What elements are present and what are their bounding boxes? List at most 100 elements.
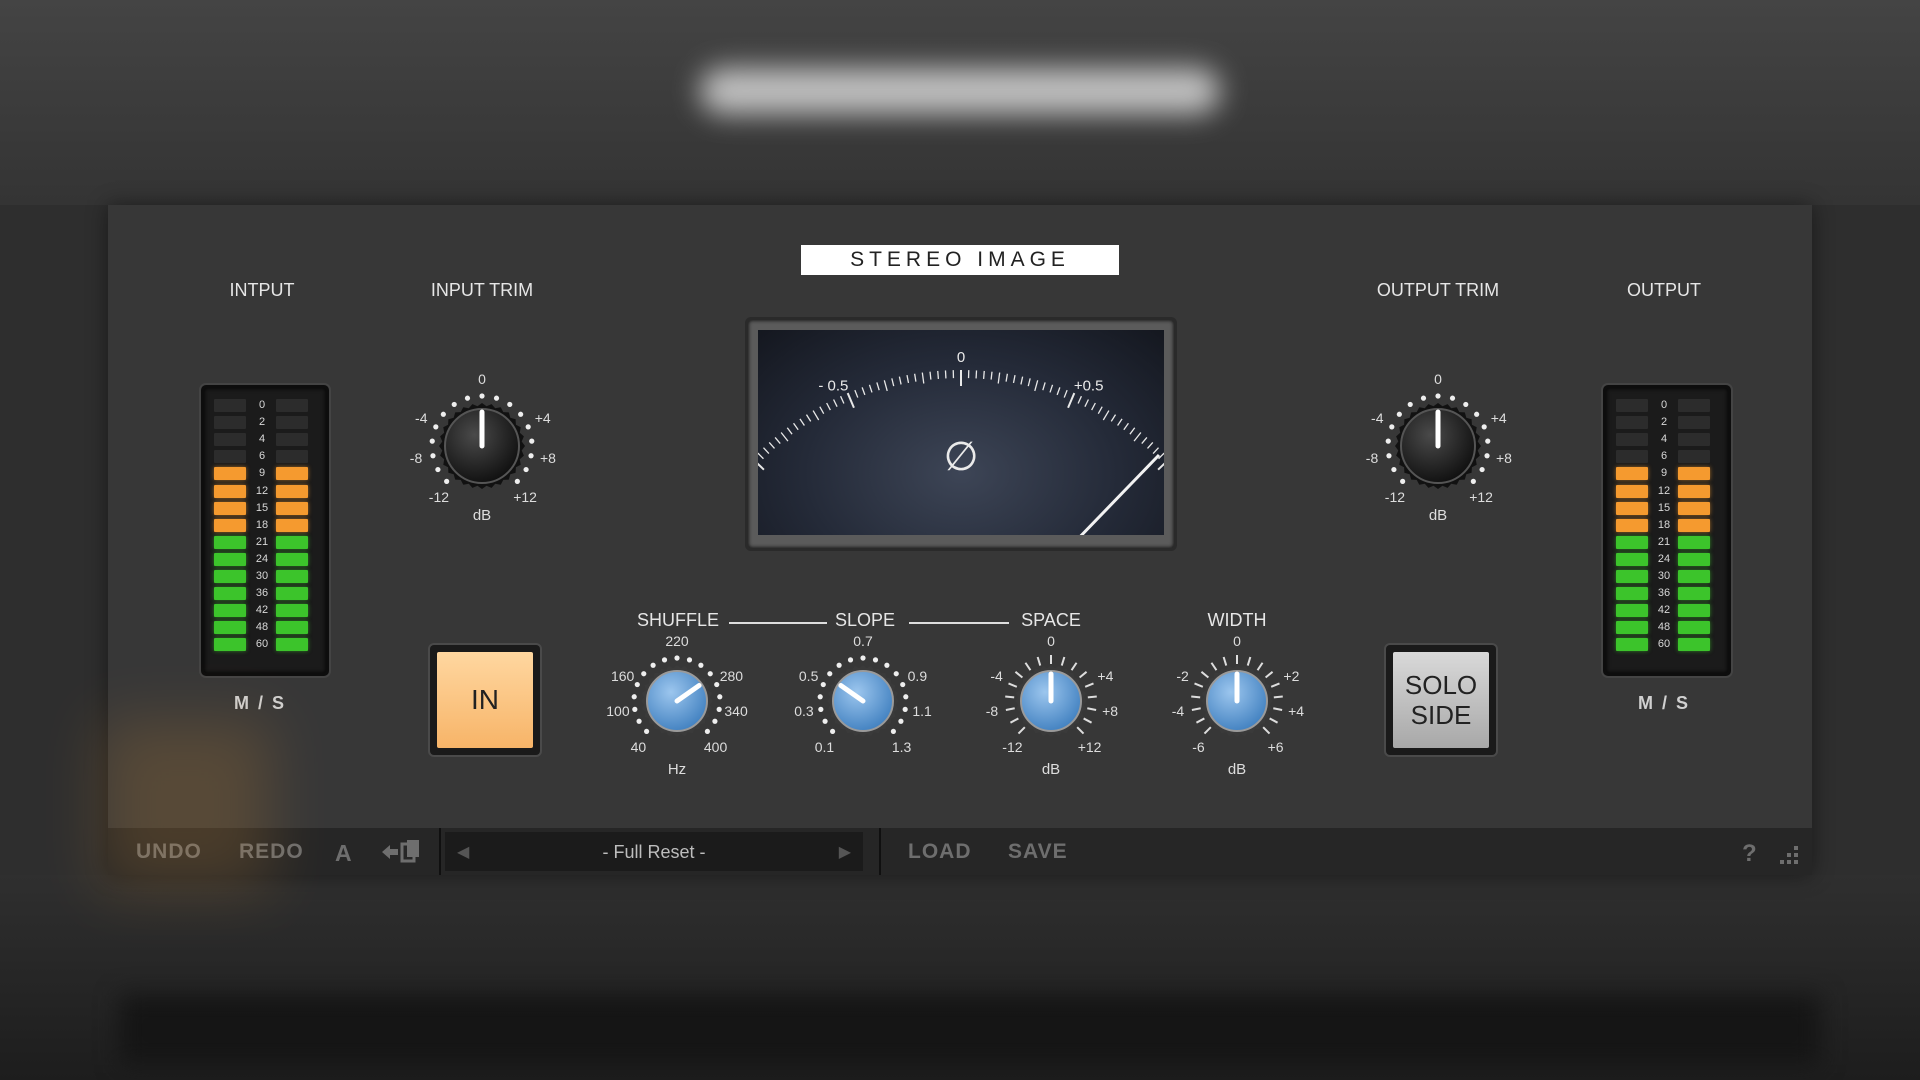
vu-tick bbox=[937, 370, 940, 379]
vu-tick bbox=[774, 436, 781, 444]
vu-tick bbox=[812, 410, 820, 421]
in-button[interactable]: IN bbox=[437, 652, 533, 748]
vu-tick bbox=[990, 371, 993, 380]
knob-tick-label: 1.1 bbox=[912, 703, 932, 720]
slope-label: SLOPE bbox=[834, 610, 896, 630]
meter-scale-label: 24 bbox=[1657, 552, 1671, 565]
width-unit: dB bbox=[1227, 761, 1247, 778]
knob-tick-label: 280 bbox=[719, 667, 744, 684]
in-button-frame: IN bbox=[430, 645, 540, 755]
bottom-toolbar: UNDO REDO A ◀ - Full Reset - ▶ LOAD SAVE… bbox=[108, 828, 1812, 875]
ab-compare-button[interactable]: A bbox=[335, 840, 353, 867]
slope-knob[interactable]: 0.5 0.7 0.9 0.3 1.1 0.1 1.3 bbox=[794, 633, 932, 755]
meter-segment bbox=[214, 484, 246, 498]
output-label: OUTPUT bbox=[1627, 280, 1701, 300]
width-knob[interactable]: -2 0 +2 -4 +4 -6 +6 bbox=[1172, 633, 1304, 755]
vu-scale-label: 0 bbox=[957, 349, 965, 366]
input-trim-knob[interactable]: -4 0 +4 -8 +8 -12 +12 bbox=[410, 371, 556, 506]
vu-tick bbox=[854, 389, 859, 398]
meter-segment bbox=[1678, 399, 1710, 412]
knob-tick-label: +6 bbox=[1267, 738, 1284, 755]
save-button[interactable]: SAVE bbox=[1008, 840, 1068, 864]
knob-tick-label: 40 bbox=[630, 738, 647, 755]
preset-selector[interactable]: ◀ - Full Reset - ▶ bbox=[445, 832, 863, 871]
knob-graphic bbox=[429, 393, 535, 489]
meter-segment bbox=[276, 484, 308, 498]
vu-tick bbox=[1147, 442, 1154, 449]
slope-space-connector bbox=[909, 622, 1009, 624]
vu-tick bbox=[1005, 373, 1009, 382]
meter-segment bbox=[214, 433, 246, 447]
knob-tick-label: -6 bbox=[1192, 738, 1205, 755]
meter-segment bbox=[214, 570, 246, 583]
solo-side-line2: SIDE bbox=[1410, 700, 1472, 730]
meter-segment bbox=[1678, 552, 1710, 566]
vu-tick bbox=[768, 442, 775, 449]
meter-segment bbox=[276, 552, 308, 566]
meter-segment bbox=[1616, 467, 1648, 481]
solo-side-line1: SOLO bbox=[1404, 670, 1478, 700]
knob-tick-label: +12 bbox=[513, 489, 537, 506]
vu-tick bbox=[1063, 389, 1068, 398]
meter-scale-label: 42 bbox=[1657, 604, 1671, 617]
vu-tick bbox=[832, 399, 838, 407]
meter-segment bbox=[1616, 450, 1648, 464]
meter-scale-label: 42 bbox=[255, 604, 269, 617]
knob-tick-label: +8 bbox=[539, 449, 556, 466]
shuffle-knob[interactable]: 160 220 280 100 340 40 400 bbox=[606, 633, 748, 755]
output-trim-knob[interactable]: -4 0 +4 -8 +8 -12 +12 bbox=[1366, 371, 1512, 506]
knob-tick-label: -4 bbox=[415, 409, 428, 426]
shuffle-slope-connector bbox=[729, 622, 827, 624]
knob-tick-label: +4 bbox=[534, 409, 551, 426]
copy-settings-icon[interactable] bbox=[378, 837, 420, 873]
knob-tick-label: -12 bbox=[1002, 738, 1023, 755]
vu-scale-label: +0.5 bbox=[1074, 377, 1104, 394]
meter-scale-label: 60 bbox=[1657, 638, 1671, 651]
blurred-window-title bbox=[700, 68, 1220, 114]
vu-tick bbox=[1012, 374, 1016, 384]
meter-segment bbox=[1678, 570, 1710, 583]
vu-tick bbox=[1110, 414, 1117, 422]
load-button[interactable]: LOAD bbox=[908, 840, 972, 864]
preset-next-icon[interactable]: ▶ bbox=[839, 842, 851, 862]
vu-tick bbox=[758, 452, 764, 460]
vu-tick bbox=[1034, 380, 1039, 392]
vu-tick bbox=[1129, 427, 1136, 435]
background-bottom bbox=[0, 875, 1920, 1080]
meter-scale-label: 2 bbox=[1660, 416, 1668, 429]
meter-segment bbox=[1678, 416, 1710, 430]
vu-tick bbox=[997, 372, 1001, 384]
space-label: SPACE bbox=[1021, 610, 1081, 630]
vu-tick bbox=[826, 402, 831, 411]
meter-segment bbox=[276, 604, 308, 618]
shuffle-label: SHUFFLE bbox=[636, 610, 720, 630]
meter-scale-label: 9 bbox=[1660, 467, 1668, 480]
meter-segment bbox=[276, 433, 308, 447]
knob-tick-label: -12 bbox=[1384, 489, 1406, 506]
vu-tick bbox=[982, 370, 985, 379]
space-unit: dB bbox=[1041, 761, 1061, 778]
meter-scale-label: 6 bbox=[1660, 450, 1668, 463]
knob-tick-label: 0.1 bbox=[814, 738, 835, 755]
meter-segment bbox=[1616, 535, 1648, 549]
solo-side-button[interactable]: SOLO SIDE bbox=[1393, 652, 1489, 748]
meter-segment bbox=[1678, 484, 1710, 498]
knob-tick-label: 0.5 bbox=[798, 667, 819, 684]
vu-tick bbox=[891, 378, 895, 387]
knob-tick-label: -2 bbox=[1176, 667, 1189, 684]
resize-grip-icon[interactable] bbox=[1778, 844, 1800, 872]
vu-tick bbox=[1020, 376, 1024, 385]
space-knob[interactable]: -4 0 +4 -8 +8 -12 +12 bbox=[986, 633, 1118, 755]
vu-tick bbox=[1056, 387, 1061, 396]
help-button[interactable]: ? bbox=[1742, 840, 1758, 868]
meter-scale-label: 18 bbox=[255, 518, 269, 531]
vu-tick bbox=[1027, 378, 1031, 387]
meter-scale-label: 60 bbox=[255, 638, 269, 651]
vu-tick bbox=[846, 392, 855, 409]
vu-tick bbox=[780, 432, 789, 442]
meter-segment bbox=[214, 604, 246, 618]
input-label: INTPUT bbox=[229, 280, 295, 300]
meter-segment bbox=[214, 416, 246, 430]
shuffle-unit: Hz bbox=[667, 761, 687, 778]
input-ms-label: M / S bbox=[233, 693, 287, 713]
